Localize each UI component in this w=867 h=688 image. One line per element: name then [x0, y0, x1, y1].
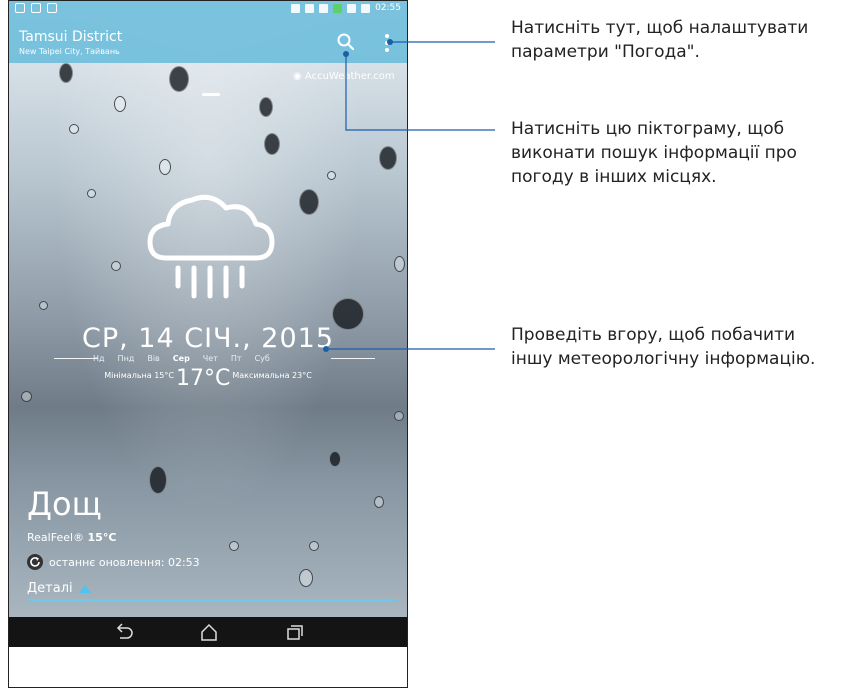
- callout-settings: Натисніть тут, щоб налаштувати параметри…: [511, 18, 809, 62]
- callout-swipe: Проведіть вгору, щоб побачити іншу метео…: [511, 325, 816, 369]
- callout-search: Натисніть цю піктограму, щоб виконати по…: [511, 119, 797, 187]
